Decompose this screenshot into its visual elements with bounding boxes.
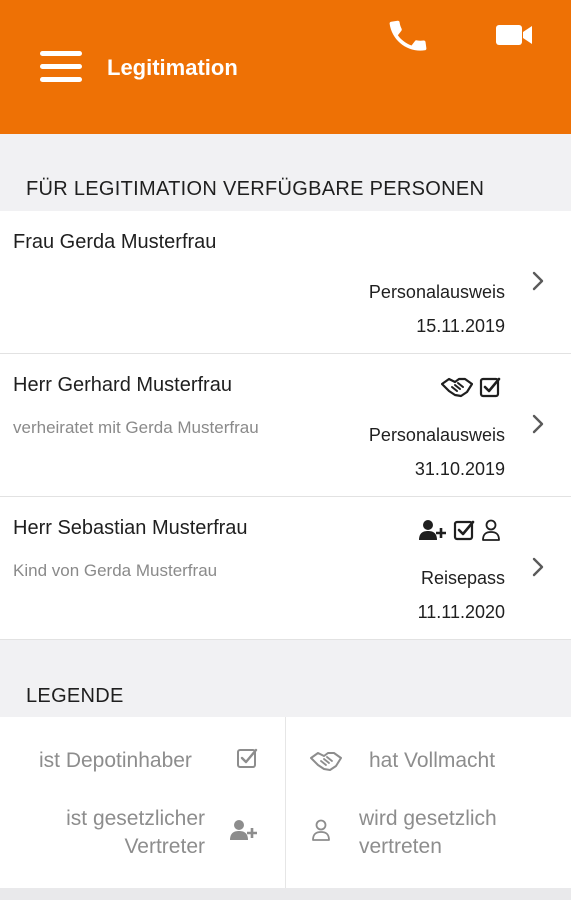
document-type: Reisepass: [420, 568, 505, 588]
legend-represented-label: wird gesetzlich vertreten: [359, 805, 497, 861]
person-name: Frau Gerda Musterfrau: [13, 231, 217, 253]
person-relation: verheiratet mit Gerda Musterfrau: [13, 418, 259, 437]
legend-depot-owner-label: ist Depotinhaber: [39, 749, 192, 772]
video-call-button[interactable]: [494, 20, 534, 50]
chevron-right-icon: [532, 557, 544, 577]
checkbox-checked-icon: [479, 377, 501, 398]
legend-legal-rep-line2: Vertreter: [124, 835, 205, 858]
legend-legal-rep-line1: ist gesetzlicher: [66, 807, 205, 830]
checkbox-checked-icon: [237, 748, 258, 768]
app-header: Legitimation: [0, 0, 571, 134]
page-title: Legitimation: [107, 55, 238, 80]
menu-button[interactable]: [40, 51, 82, 83]
user-plus-icon: [419, 520, 446, 540]
user-outline-icon: [482, 519, 500, 541]
persons-section-title: FÜR LEGITIMATION VERFÜGBARE PERSONEN: [26, 178, 485, 200]
checkbox-checked-icon: [453, 520, 475, 541]
document-date: 15.11.2019: [416, 316, 505, 336]
person-row-gerhard[interactable]: Herr Gerhard Musterfrau verheiratet mit …: [0, 354, 571, 497]
legend-represented-line1: wird gesetzlich: [359, 807, 497, 830]
legend-title: LEGENDE: [26, 685, 124, 707]
phone-button[interactable]: [386, 14, 430, 58]
video-camera-icon: [496, 25, 532, 45]
document-date: 31.10.2019: [414, 459, 505, 479]
legend-represented-line2: vertreten: [359, 835, 442, 858]
bottom-strip: [0, 888, 571, 900]
handshake-icon: [310, 752, 342, 771]
phone-icon: [389, 20, 427, 51]
menu-icon-bar: [40, 51, 82, 56]
persons-list: Frau Gerda Musterfrau Personalausweis 15…: [0, 211, 571, 640]
menu-icon-bar: [40, 77, 82, 82]
user-plus-icon: [230, 820, 257, 840]
handshake-icon: [441, 377, 473, 398]
menu-icon-bar: [40, 64, 82, 69]
chevron-right-icon: [532, 414, 544, 434]
user-outline-icon: [312, 819, 330, 841]
person-name: Herr Sebastian Musterfrau: [13, 517, 248, 539]
legend-legal-rep-label: ist gesetzlicher Vertreter: [66, 805, 205, 861]
document-date: 11.11.2020: [417, 602, 505, 622]
role-icons: [419, 519, 501, 541]
person-row-gerda[interactable]: Frau Gerda Musterfrau Personalausweis 15…: [0, 211, 571, 354]
role-icons: [441, 376, 501, 398]
person-row-sebastian[interactable]: Herr Sebastian Musterfrau Kind von Gerda…: [0, 497, 571, 640]
legend-panel: ist Depotinhaber ist gesetzlicher Vertre…: [0, 717, 571, 888]
document-type: Personalausweis: [368, 282, 505, 302]
chevron-right-icon: [532, 271, 544, 291]
person-name: Herr Gerhard Musterfrau: [13, 374, 232, 396]
legend-power-of-attorney-label: hat Vollmacht: [369, 749, 496, 772]
person-relation: Kind von Gerda Musterfrau: [13, 561, 218, 580]
legend-divider: [285, 717, 286, 888]
document-type: Personalausweis: [368, 425, 505, 445]
